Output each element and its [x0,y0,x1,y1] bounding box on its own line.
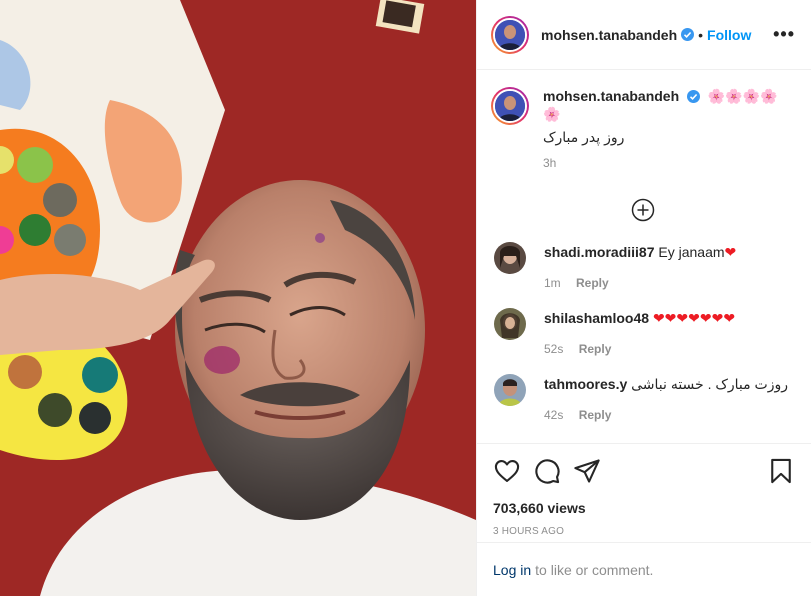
caption-emoji: 🌸🌸🌸🌸 [707,88,778,104]
separator-dot: • [698,26,704,43]
caption-time[interactable]: 3h [543,156,783,170]
follow-button[interactable]: Follow [707,27,751,43]
caption-avatar-image [495,91,525,121]
post-panel: mohsen.tanabandeh • Follow ••• mohsen.ta… [476,0,811,596]
commenter-avatar-image [494,242,526,274]
comment-time[interactable]: 52s [544,342,563,356]
login-prompt: Log in to like or comment. [477,542,811,596]
comment-username[interactable]: shilashamloo48 [544,310,649,326]
comment-item: shilashamloo48 ❤❤❤❤❤❤❤ 52s Reply [491,308,795,356]
comment-username[interactable]: tahmoores.y [544,376,627,392]
comment-hearts: ❤❤❤❤❤❤❤ [652,310,736,326]
comments-section[interactable]: mohsen.tanabandeh 🌸🌸🌸🌸 🌸 روز پدر مبارک 3… [477,71,811,443]
comment-icon[interactable] [533,457,561,485]
reply-button[interactable]: Reply [576,276,609,290]
author-avatar-image [495,19,525,50]
bookmark-icon[interactable] [767,457,795,485]
heart-icon[interactable] [493,457,521,485]
comment-time[interactable]: 1m [544,276,561,290]
commenter-avatar-image [494,374,526,406]
share-icon[interactable] [573,457,601,485]
post-timestamp[interactable]: 3 HOURS AGO [493,526,795,537]
post-video[interactable] [0,0,476,596]
reply-button[interactable]: Reply [579,342,612,356]
load-more-comments-button[interactable] [491,198,795,222]
comment-text: روزت مبارک . خسته نباشی [631,376,788,392]
post-caption: mohsen.tanabandeh 🌸🌸🌸🌸 🌸 روز پدر مبارک 3… [491,87,795,170]
comment-hearts: ❤ [724,244,737,260]
video-frame-illustration [0,0,476,596]
commenter-avatar[interactable] [494,374,526,406]
post-header: mohsen.tanabandeh • Follow ••• [477,0,811,70]
more-options-icon[interactable]: ••• [773,24,795,45]
login-text: to like or comment. [535,561,654,578]
author-avatar[interactable] [491,15,529,54]
commenter-avatar[interactable] [494,242,526,274]
login-link[interactable]: Log in [493,562,531,578]
caption-emoji-2: 🌸 [543,106,561,122]
comment-item: tahmoores.y روزت مبارک . خسته نباشی 42s … [491,374,795,422]
author-username[interactable]: mohsen.tanabandeh [541,27,677,43]
verified-badge-icon [681,28,695,41]
caption-text: روز پدر مبارک [543,129,625,145]
comment-item: shadi.moradiii87 Ey janaam❤ 1m Reply [491,242,795,290]
comment-text: Ey janaam [658,244,725,260]
plus-circle-icon[interactable] [631,198,655,222]
commenter-avatar[interactable] [494,308,526,340]
caption-username[interactable]: mohsen.tanabandeh [543,88,679,104]
comment-username[interactable]: shadi.moradiii87 [544,244,654,260]
commenter-avatar-image [494,308,526,340]
post-actions: 703,660 views 3 HOURS AGO [477,443,811,537]
verified-badge-icon [687,90,701,103]
comment-time[interactable]: 42s [544,408,563,422]
reply-button[interactable]: Reply [579,408,612,422]
caption-avatar[interactable] [491,87,529,125]
view-count[interactable]: 703,660 views [493,500,795,516]
